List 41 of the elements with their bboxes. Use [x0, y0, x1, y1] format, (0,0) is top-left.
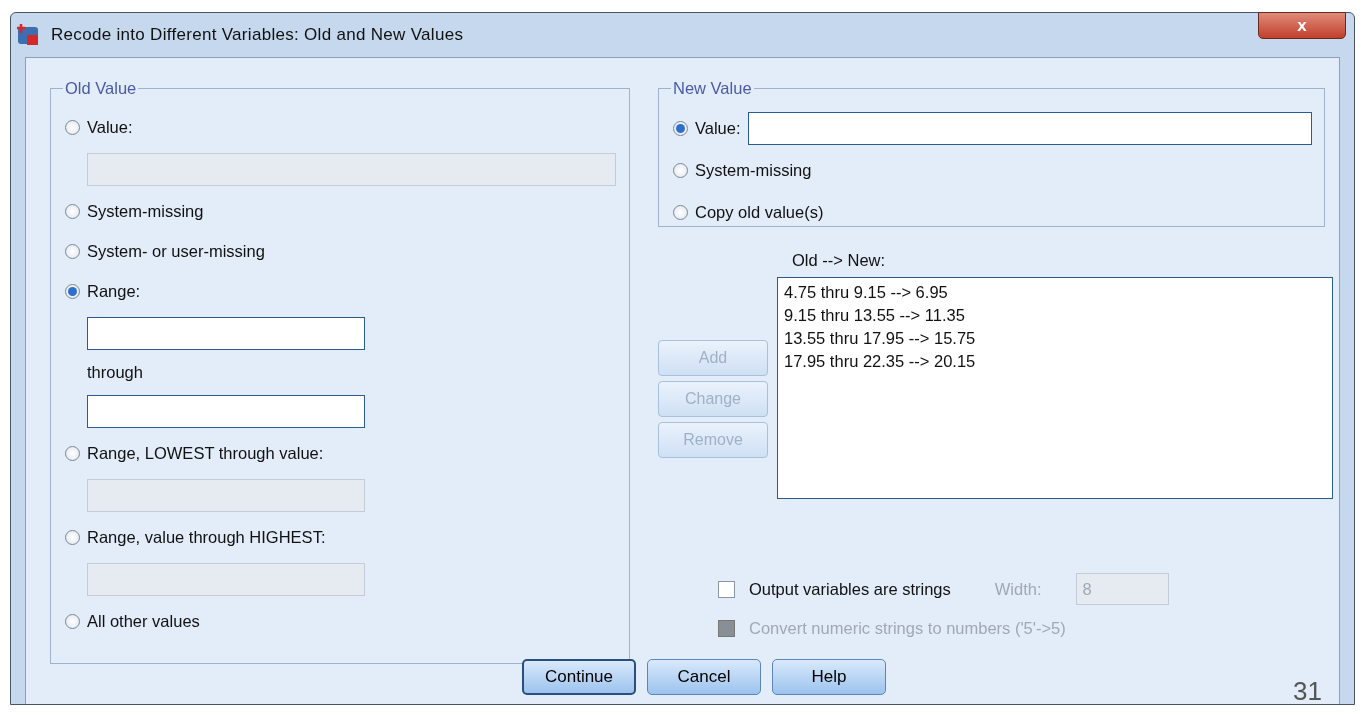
dialog-button[interactable]: Help: [772, 659, 886, 695]
radio-button[interactable]: [65, 529, 80, 545]
input-field[interactable]: [87, 394, 365, 428]
radio-label[interactable]: Range:: [87, 281, 141, 301]
field-label: through: [87, 362, 144, 383]
radio-label[interactable]: System- or user-missing: [87, 241, 265, 261]
group-title: New Value: [672, 79, 753, 98]
radio-button[interactable]: [673, 120, 688, 136]
radio-button[interactable]: [673, 204, 688, 220]
radio-label[interactable]: Range, value through HIGHEST:: [87, 527, 326, 547]
radio-label[interactable]: Range, LOWEST through value:: [87, 443, 324, 463]
list-item[interactable]: 9.15 thru 13.55 --> 11.35: [784, 304, 1332, 327]
dialog-button[interactable]: Continue: [522, 659, 636, 695]
checkbox[interactable]: [718, 580, 735, 598]
radio-label[interactable]: Value:: [87, 117, 133, 137]
window-title: Recode into Different Variables: Old and New Values: [51, 25, 464, 45]
list-label: Old --> New:: [792, 251, 887, 271]
radio-label[interactable]: Copy old value(s): [695, 202, 824, 222]
list-item[interactable]: 17.95 thru 22.35 --> 20.15: [784, 350, 1332, 373]
list-item[interactable]: 13.55 thru 17.95 --> 15.75: [784, 327, 1332, 350]
radio-label[interactable]: System-missing: [695, 160, 812, 180]
radio-label[interactable]: Value:: [695, 118, 741, 138]
radio-button[interactable]: [65, 243, 80, 259]
radio-button[interactable]: [65, 445, 80, 461]
radio-label[interactable]: System-missing: [87, 201, 204, 221]
list-item[interactable]: 4.75 thru 9.15 --> 6.95: [784, 281, 1332, 304]
input-field[interactable]: [747, 111, 1312, 145]
checkbox-label[interactable]: Output variables are strings: [749, 579, 951, 599]
field-label: Width:: [994, 579, 1042, 599]
dialog-button[interactable]: Cancel: [647, 659, 761, 695]
input-field[interactable]: [87, 316, 365, 350]
radio-label[interactable]: All other values: [87, 611, 200, 631]
table-recode-icon: [15, 22, 41, 48]
close-button[interactable]: x: [1258, 12, 1346, 39]
group-title: Old Value: [64, 79, 138, 98]
slide-number: 31: [1293, 676, 1322, 707]
radio-button[interactable]: [65, 203, 80, 219]
radio-button[interactable]: [673, 162, 688, 178]
radio-button[interactable]: [65, 613, 80, 629]
radio-button[interactable]: [65, 119, 80, 135]
radio-button[interactable]: [65, 283, 80, 299]
